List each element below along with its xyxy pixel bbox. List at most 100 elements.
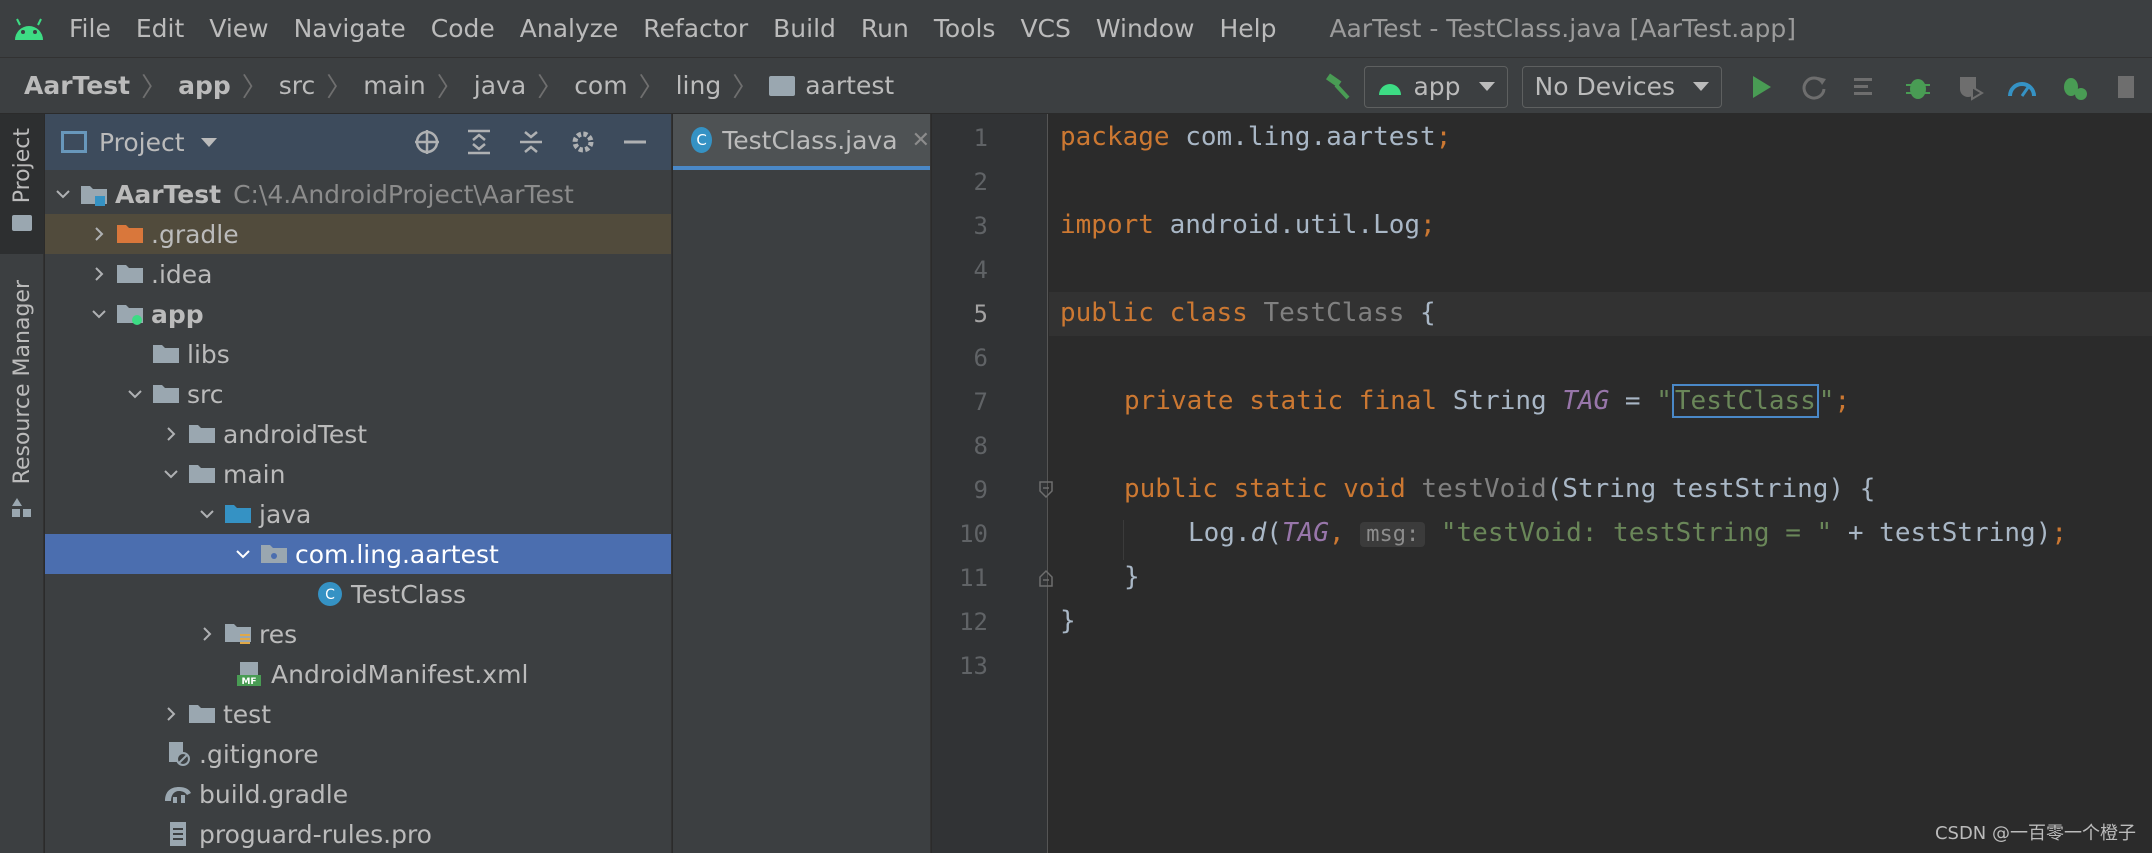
tree-item-androidmanifest[interactable]: MF AndroidManifest.xml xyxy=(45,654,671,694)
source-folder-icon xyxy=(223,499,253,529)
menu-navigate[interactable]: Navigate xyxy=(294,14,406,43)
attach-debugger-icon[interactable] xyxy=(2056,69,2092,105)
menu-refactor[interactable]: Refactor xyxy=(643,14,748,43)
tree-item-gitignore[interactable]: .gitignore xyxy=(45,734,671,774)
semicolon: ; xyxy=(1420,210,1436,240)
select-opened-file-icon[interactable] xyxy=(409,124,445,160)
breadcrumb-src[interactable]: src xyxy=(279,71,316,100)
semicolon: ; xyxy=(1834,386,1851,416)
tree-item-label: app xyxy=(151,299,204,329)
tree-item-main-folder[interactable]: main xyxy=(45,454,671,494)
import-name: android.util.Log xyxy=(1153,210,1421,240)
tree-item-label: java xyxy=(259,499,312,529)
folder-icon xyxy=(187,459,217,489)
tree-item-src-folder[interactable]: src xyxy=(45,374,671,414)
collapse-all-icon[interactable] xyxy=(513,124,549,160)
line-number: 2 xyxy=(973,168,988,196)
chevron-down-icon[interactable] xyxy=(159,454,183,494)
menu-run[interactable]: Run xyxy=(861,14,909,43)
line-number: 13 xyxy=(959,652,988,680)
chevron-down-icon[interactable] xyxy=(200,137,217,147)
project-panel-header: Project xyxy=(45,114,671,170)
run-icon[interactable] xyxy=(1744,69,1780,105)
tree-item-test-folder[interactable]: test xyxy=(45,694,671,734)
breadcrumb-com[interactable]: com xyxy=(574,71,627,100)
run-configuration-select[interactable]: app xyxy=(1364,65,1508,108)
menu-build[interactable]: Build xyxy=(773,14,836,43)
breadcrumb-separator-icon: 〉 xyxy=(732,73,759,103)
menu-file[interactable]: File xyxy=(69,14,111,43)
gear-icon[interactable] xyxy=(565,124,601,160)
keyword: package xyxy=(1060,122,1170,152)
operator: = xyxy=(1609,386,1657,416)
chevron-down-icon[interactable] xyxy=(195,494,219,534)
apply-changes-restart-icon[interactable] xyxy=(1796,69,1832,105)
breadcrumb-main[interactable]: main xyxy=(363,71,425,100)
breadcrumb-java[interactable]: java xyxy=(474,71,526,100)
line-number: 7 xyxy=(973,388,988,416)
resource-manager-tool-tab[interactable]: Resource Manager xyxy=(0,274,44,544)
tree-item-package-com-ling-aartest[interactable]: com.ling.aartest xyxy=(45,534,671,574)
project-path: C:\4.AndroidProject\AarTest xyxy=(233,179,574,209)
chevron-right-icon[interactable] xyxy=(159,694,183,734)
editor-tab-testclass-java[interactable]: C TestClass.java ✕ xyxy=(673,114,930,170)
fold-end-marker-icon[interactable] xyxy=(1038,569,1054,587)
editor-tab-label: TestClass.java xyxy=(722,125,898,155)
code-line-3: import android.util.Log; xyxy=(1060,210,1436,240)
tree-item-app-module[interactable]: app xyxy=(45,294,671,334)
brace: } xyxy=(1060,606,1076,636)
method-name: testVoid xyxy=(1405,474,1547,504)
breadcrumb-aartest[interactable]: AarTest xyxy=(24,71,130,100)
tree-item-androidtest-folder[interactable]: androidTest xyxy=(45,414,671,454)
run-with-coverage-icon[interactable] xyxy=(1952,69,1988,105)
tree-item-libs-folder[interactable]: libs xyxy=(45,334,671,374)
comma: , xyxy=(1328,518,1361,548)
tree-item-res-folder[interactable]: res xyxy=(45,614,671,654)
apply-code-changes-icon[interactable] xyxy=(1848,69,1884,105)
profile-icon[interactable] xyxy=(2004,69,2040,105)
chevron-down-icon[interactable] xyxy=(123,374,147,414)
menu-help[interactable]: Help xyxy=(1219,14,1276,43)
device-select[interactable]: No Devices xyxy=(1521,65,1722,108)
chevron-right-icon[interactable] xyxy=(195,614,219,654)
stop-icon[interactable] xyxy=(2108,69,2144,105)
menu-view[interactable]: View xyxy=(209,14,268,43)
project-view-select[interactable]: Project xyxy=(99,128,185,157)
tree-item-gradle-folder[interactable]: .gradle xyxy=(45,214,671,254)
tree-item-build-gradle[interactable]: build.gradle xyxy=(45,774,671,814)
chevron-down-icon[interactable] xyxy=(51,174,75,214)
chevron-down-icon[interactable] xyxy=(87,294,111,334)
chevron-right-icon[interactable] xyxy=(159,414,183,454)
menu-analyze[interactable]: Analyze xyxy=(520,14,619,43)
chevron-right-icon[interactable] xyxy=(87,214,111,254)
breadcrumb-app[interactable]: app xyxy=(178,71,231,100)
breadcrumb-aartest-package[interactable]: aartest xyxy=(769,71,894,100)
hide-panel-icon[interactable] xyxy=(617,124,653,160)
menu-window[interactable]: Window xyxy=(1096,14,1195,43)
project-tree: AarTest C:\4.AndroidProject\AarTest .gra… xyxy=(45,170,671,853)
expand-all-icon[interactable] xyxy=(461,124,497,160)
chevron-right-icon[interactable] xyxy=(87,254,111,294)
tree-item-testclass[interactable]: C TestClass xyxy=(45,574,671,614)
tree-item-java-folder[interactable]: java xyxy=(45,494,671,534)
tree-item-aartest[interactable]: AarTest C:\4.AndroidProject\AarTest xyxy=(45,174,671,214)
tree-item-idea-folder[interactable]: .idea xyxy=(45,254,671,294)
breadcrumb-ling[interactable]: ling xyxy=(676,71,722,100)
project-tool-tab[interactable]: Project xyxy=(0,114,44,254)
debug-icon[interactable] xyxy=(1900,69,1936,105)
code-editor[interactable]: 1 2 3 4 5 6 7 8 9 10 11 12 13 package co… xyxy=(932,114,2152,853)
fold-marker-icon[interactable] xyxy=(1038,481,1054,499)
editor-tabs-bar: C TestClass.java ✕ xyxy=(673,114,931,853)
close-icon[interactable]: ✕ xyxy=(912,128,930,153)
tree-item-proguard-rules[interactable]: proguard-rules.pro xyxy=(45,814,671,853)
menu-edit[interactable]: Edit xyxy=(136,14,184,43)
menu-code[interactable]: Code xyxy=(431,14,495,43)
run-toolbar: app No Devices xyxy=(1312,58,2152,115)
left-tool-window-bar: Project Resource Manager xyxy=(0,114,44,853)
menu-vcs[interactable]: VCS xyxy=(1020,14,1070,43)
build-hammer-icon[interactable] xyxy=(1320,69,1356,105)
line-number: 8 xyxy=(973,432,988,460)
chevron-down-icon[interactable] xyxy=(231,534,255,574)
menu-tools[interactable]: Tools xyxy=(934,14,996,43)
code-line-11: } xyxy=(1124,562,1140,592)
